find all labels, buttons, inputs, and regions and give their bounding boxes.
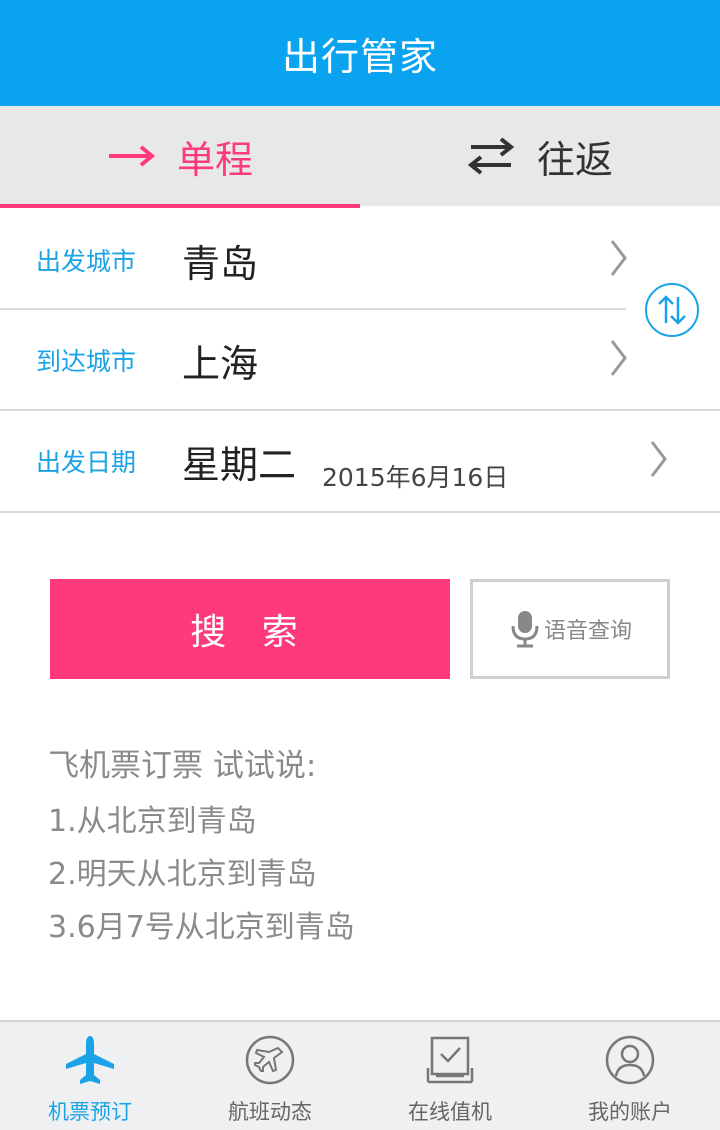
row-divider bbox=[0, 511, 720, 513]
tab-round-trip-label: 往返 bbox=[536, 137, 613, 182]
active-tab-indicator bbox=[0, 204, 360, 208]
nav-flight-status-label: 航班动态 bbox=[228, 1100, 312, 1124]
nav-online-checkin-label: 在线值机 bbox=[408, 1100, 492, 1124]
swap-arrows-icon bbox=[467, 136, 515, 176]
nav-ticket-booking[interactable]: 机票预订 bbox=[0, 1022, 180, 1130]
departure-date-label: 出发日期 bbox=[36, 448, 137, 477]
microphone-icon bbox=[508, 609, 542, 649]
airplane-icon bbox=[64, 1034, 116, 1090]
departure-city-label: 出发城市 bbox=[36, 247, 137, 276]
swap-vertical-icon bbox=[658, 295, 686, 325]
arrow-right-icon bbox=[107, 144, 155, 168]
voice-hint-line: 2.明天从北京到青岛 bbox=[48, 857, 317, 892]
tab-round-trip[interactable]: 往返 bbox=[360, 106, 720, 206]
search-button-label: 搜 索 bbox=[190, 612, 310, 653]
tab-one-way[interactable]: 单程 bbox=[0, 106, 360, 206]
arrival-city-label: 到达城市 bbox=[36, 347, 137, 376]
departure-weekday: 星期二 bbox=[182, 442, 297, 487]
departure-date-row[interactable]: 出发日期 星期二 2015年6月16日 bbox=[0, 411, 720, 511]
departure-city-row[interactable]: 出发城市 青岛 bbox=[0, 210, 720, 310]
nav-flight-status[interactable]: 航班动态 bbox=[180, 1022, 360, 1130]
arrival-city-row[interactable]: 到达城市 上海 bbox=[0, 310, 720, 410]
page-title: 出行管家 bbox=[281, 34, 438, 79]
nav-my-account[interactable]: 我的账户 bbox=[540, 1022, 720, 1130]
tab-one-way-label: 单程 bbox=[176, 137, 253, 182]
voice-search-button[interactable]: 语音查询 bbox=[470, 579, 670, 679]
flight-status-icon bbox=[244, 1034, 296, 1090]
app-root: 出行管家 单程 往返 出发城市 青岛 到达城市 上海 出发日期 星期二 2015… bbox=[0, 0, 720, 1130]
voice-hint-line: 1.从北京到青岛 bbox=[48, 804, 257, 839]
departure-city-value: 青岛 bbox=[182, 241, 259, 286]
chevron-right-icon bbox=[608, 238, 628, 282]
departure-date-value: 2015年6月16日 bbox=[322, 463, 509, 492]
nav-online-checkin[interactable]: 在线值机 bbox=[360, 1022, 540, 1130]
arrival-city-value: 上海 bbox=[182, 341, 259, 386]
chevron-right-icon bbox=[608, 338, 628, 382]
chevron-right-icon bbox=[648, 439, 668, 483]
voice-search-label: 语音查询 bbox=[543, 619, 632, 644]
trip-type-tabs: 单程 往返 bbox=[0, 106, 720, 206]
swap-cities-button[interactable] bbox=[645, 283, 699, 337]
voice-hint-title: 飞机票订票 试试说: bbox=[48, 748, 317, 784]
search-button[interactable]: 搜 索 bbox=[50, 579, 450, 679]
user-icon bbox=[604, 1034, 656, 1090]
bottom-navigation: 机票预订 航班动态 在线值机 我的账户 bbox=[0, 1020, 720, 1130]
app-header: 出行管家 bbox=[0, 0, 720, 106]
nav-my-account-label: 我的账户 bbox=[588, 1100, 672, 1124]
voice-hint-line: 3.6月7号从北京到青岛 bbox=[48, 910, 355, 945]
nav-ticket-booking-label: 机票预订 bbox=[48, 1100, 132, 1124]
checkin-icon bbox=[424, 1034, 476, 1090]
